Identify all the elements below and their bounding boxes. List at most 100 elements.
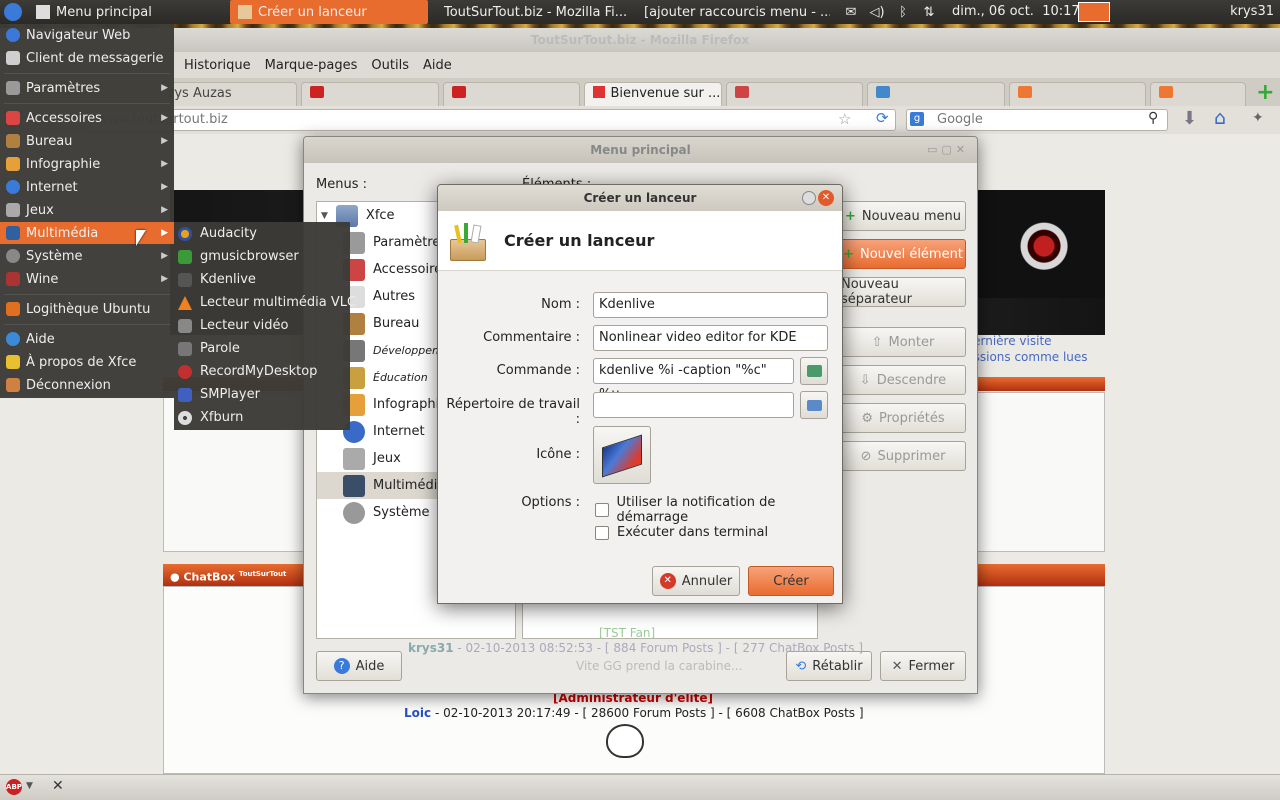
reload-icon[interactable]: ⟳ — [876, 109, 889, 127]
menu-item-infographie[interactable]: Infographie ▶ — [0, 153, 174, 175]
comment-field[interactable]: Nonlinear video editor for KDE — [593, 325, 828, 351]
help-button[interactable]: ? Aide — [316, 651, 402, 681]
menu-item-multimedia[interactable]: Multimédia ▶ — [0, 222, 174, 244]
dialog-close-icon[interactable]: ✕ — [818, 190, 834, 206]
menu-item-bureau[interactable]: Bureau ▶ — [0, 130, 174, 152]
revert-icon: ⟲ — [795, 658, 807, 674]
record-icon — [178, 364, 192, 379]
run-in-terminal-checkbox[interactable]: Exécuter dans terminal — [595, 525, 768, 540]
close-bar-icon[interactable]: ✕ — [52, 778, 64, 794]
search-input[interactable]: Google — [906, 109, 1168, 131]
user-name[interactable]: krys31 — [1230, 4, 1274, 19]
task-create-launcher[interactable]: Créer un lanceur — [230, 0, 428, 24]
menu-item-mail-client[interactable]: Client de messagerie — [0, 47, 174, 69]
add-icon: + — [843, 246, 854, 262]
home-icon[interactable]: ⌂ — [1214, 107, 1226, 129]
bookmark-star-icon[interactable]: ☆ — [838, 110, 851, 128]
menu-item-about-xfce[interactable]: À propos de Xfce — [0, 351, 174, 373]
revert-button[interactable]: ⟲ Rétablir — [786, 651, 872, 681]
new-item-button[interactable]: + Nouvel élément — [840, 239, 966, 269]
startup-notification-checkbox[interactable]: Utiliser la notification de démarrage — [595, 495, 842, 525]
xfce-logo-icon — [4, 3, 22, 21]
browser-tab-active[interactable]: Bienvenue sur ... — [584, 82, 722, 106]
task-firefox[interactable]: ToutSurTout.biz - Mozilla Fi... — [430, 0, 628, 24]
post-author[interactable]: Loic — [404, 706, 431, 720]
browser-tab[interactable] — [442, 82, 581, 106]
browser-tab[interactable] — [1008, 82, 1147, 106]
kdenlive-icon — [602, 434, 642, 478]
bluetooth-icon[interactable]: ᛒ — [894, 4, 912, 20]
submenu-item-kdenlive[interactable]: Kdenlive — [174, 268, 350, 291]
browser-tab[interactable] — [725, 82, 864, 106]
menu-item-systeme[interactable]: Système ▶ — [0, 245, 174, 267]
menu-item-parametres[interactable]: Paramètres ▶ — [0, 77, 174, 99]
help-icon: ? — [333, 658, 350, 674]
download-icon[interactable]: ⬇ — [1182, 108, 1197, 129]
task-folder[interactable]: [ajouter raccourcis menu - ... — [630, 0, 830, 24]
menu-item-web-browser[interactable]: Navigateur Web — [0, 24, 174, 46]
search-icon[interactable]: ⚲ — [1148, 110, 1158, 126]
dialog-maximize-icon[interactable] — [802, 191, 816, 205]
clock[interactable]: dim., 06 oct. 10:17 — [952, 4, 1080, 19]
google-icon[interactable]: g — [910, 112, 924, 126]
submenu-item-parole[interactable]: Parole — [174, 337, 350, 360]
menu-item-logout[interactable]: Déconnexion — [0, 374, 174, 396]
addon-icon[interactable]: ✦ — [1252, 110, 1264, 126]
submenu-item-audacity[interactable]: Audacity — [174, 222, 350, 245]
new-tab-button[interactable]: + — [1256, 82, 1280, 106]
browser-tab[interactable] — [301, 82, 439, 106]
app-menu-button[interactable]: Menu principal — [0, 0, 160, 24]
menu-aide[interactable]: Aide — [423, 58, 452, 73]
browse-command-button[interactable] — [800, 357, 828, 385]
workdir-field[interactable] — [593, 392, 794, 418]
checkbox-unchecked[interactable] — [595, 525, 609, 540]
create-button[interactable]: Créer — [748, 566, 834, 596]
adblock-dropdown-icon[interactable]: ▼ — [26, 781, 33, 791]
move-up-button[interactable]: ⇧ Monter — [840, 327, 966, 357]
menu-item-help[interactable]: Aide — [0, 328, 174, 350]
menu-historique[interactable]: Historique — [184, 58, 251, 73]
command-field[interactable]: kdenlive %i -caption "%c" %u — [593, 358, 794, 402]
new-separator-button[interactable]: Nouveau séparateur — [840, 277, 966, 307]
menu-item-software-center[interactable]: Logithèque Ubuntu — [0, 298, 174, 320]
properties-button[interactable]: ⚙ Propriétés — [840, 403, 966, 433]
checkbox-unchecked[interactable] — [595, 503, 609, 517]
mark-read-link[interactable]: ussions comme lues — [966, 350, 1088, 364]
browser-tab[interactable] — [867, 82, 1005, 106]
mail-icon[interactable]: ✉ — [842, 4, 860, 20]
network-icon[interactable]: ⇅ — [920, 4, 938, 20]
submenu-item-xfburn[interactable]: Xfburn — [174, 406, 350, 429]
browse-folder-button[interactable] — [800, 391, 828, 419]
submenu-item-recordmydesktop[interactable]: RecordMyDesktop — [174, 360, 350, 383]
delete-button[interactable]: ⊘ Supprimer — [840, 441, 966, 471]
workdir-label: Répertoire de travail : — [446, 397, 580, 427]
menu-outils[interactable]: Outils — [371, 58, 409, 73]
new-menu-button[interactable]: + Nouveau menu — [840, 201, 966, 231]
url-bar[interactable]: www.toutsurtout.biz — [90, 109, 896, 131]
expander-icon[interactable]: ▼ — [321, 211, 328, 221]
submenu-item-vlc[interactable]: Lecteur multimédia VLC — [174, 291, 356, 314]
name-field[interactable]: Kdenlive — [593, 292, 828, 318]
graphics-icon — [6, 157, 20, 171]
cancel-button[interactable]: ✕ Annuler — [652, 566, 740, 596]
close-button[interactable]: ✕ Fermer — [880, 651, 966, 681]
browser-tab[interactable]: rys Auzas — [160, 82, 298, 106]
video-player-icon — [178, 318, 192, 333]
volume-icon[interactable]: ◁) — [868, 4, 886, 20]
submenu-arrow-icon: ▶ — [161, 83, 168, 93]
menu-item-wine[interactable]: Wine ▶ — [0, 268, 174, 290]
menu-item-accessoires[interactable]: Accessoires ▶ — [0, 107, 174, 129]
show-desktop-icon[interactable] — [1078, 2, 1110, 22]
browser-tab[interactable] — [1150, 82, 1247, 106]
menu-marque-pages[interactable]: Marque-pages — [265, 58, 358, 73]
move-down-button[interactable]: ⇩ Descendre — [840, 365, 966, 395]
submenu-item-gmusicbrowser[interactable]: gmusicbrowser — [174, 245, 350, 268]
submenu-item-smplayer[interactable]: SMPlayer — [174, 383, 350, 406]
icon-picker-button[interactable] — [593, 426, 651, 484]
window-controls[interactable]: ▭▢✕ — [927, 143, 969, 156]
mouse-cursor — [136, 230, 146, 246]
submenu-item-video-player[interactable]: Lecteur vidéo — [174, 314, 350, 337]
menu-item-internet[interactable]: Internet ▶ — [0, 176, 174, 198]
menu-item-jeux[interactable]: Jeux ▶ — [0, 199, 174, 221]
adblock-icon[interactable]: ABP — [6, 779, 22, 795]
